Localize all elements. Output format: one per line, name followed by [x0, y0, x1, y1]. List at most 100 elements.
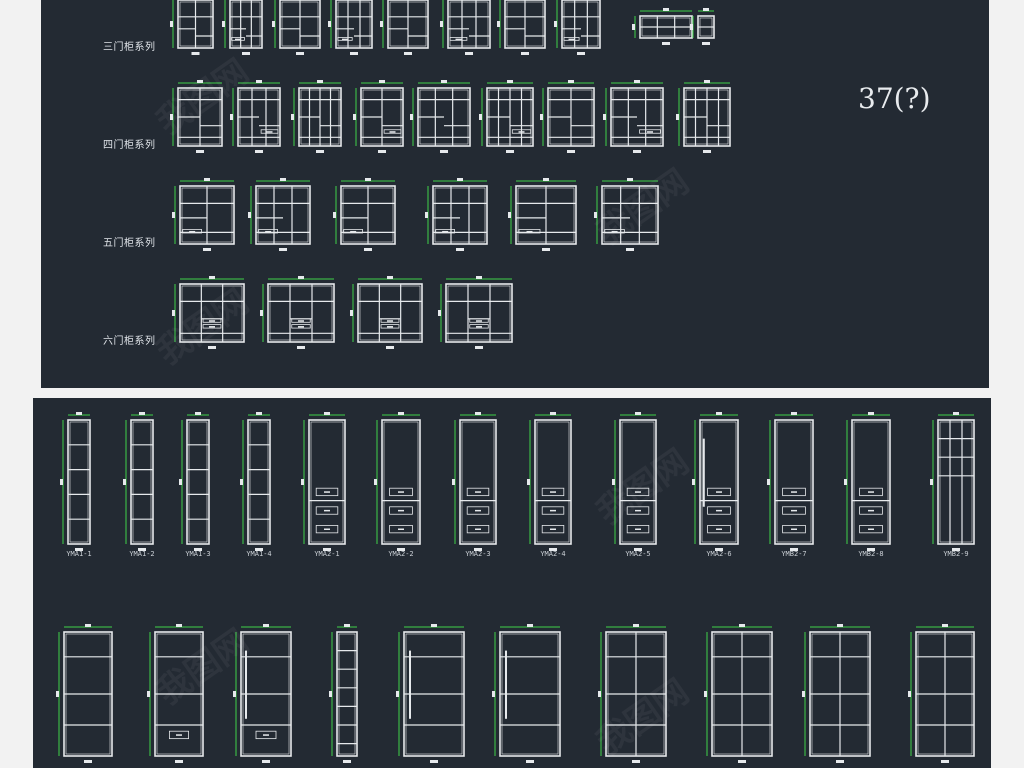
drawer-handle	[791, 509, 797, 512]
base-tag	[350, 52, 358, 55]
base-tag	[316, 150, 324, 153]
dimension-tick	[690, 24, 693, 30]
base-tag	[175, 760, 183, 763]
cabinet-inner-frame	[939, 421, 973, 543]
dimension-tick	[438, 310, 441, 316]
dimension-tick	[791, 412, 797, 415]
drawer-handle	[550, 509, 556, 512]
drawer-handle	[475, 491, 481, 493]
drawer-handle	[550, 491, 556, 493]
drawer-handle	[298, 326, 304, 328]
base-tag	[255, 150, 263, 153]
drawer-handle	[716, 528, 722, 530]
dimension-tick	[350, 310, 353, 316]
cabinet-code-label: YMA2-5	[625, 550, 651, 558]
dimension-tick	[329, 691, 332, 697]
dimension-tick	[248, 212, 251, 218]
base-tag	[567, 150, 575, 153]
base-tag	[279, 248, 287, 251]
dimension-tick	[598, 691, 601, 697]
cabinet-frame	[130, 419, 154, 545]
dimension-tick	[837, 624, 843, 627]
dimension-tick	[632, 24, 635, 30]
cabinet-frame	[67, 419, 91, 545]
dimension-tick	[333, 212, 336, 218]
dimension-tick	[301, 479, 304, 485]
base-tag	[430, 760, 438, 763]
base-tag	[542, 248, 550, 251]
cabinet-code-label: YMA1-3	[185, 550, 211, 558]
dimension-tick	[635, 412, 641, 415]
cabinet-code-label: YMA2-3	[465, 550, 491, 558]
cabinet-frame	[432, 185, 488, 245]
drawer-handle	[176, 734, 182, 736]
drawer-handle	[476, 326, 482, 328]
drawer-handle	[526, 230, 533, 233]
cabinet-frame	[335, 0, 373, 49]
dimension-tick	[222, 21, 225, 27]
dimension-tick	[379, 80, 385, 83]
dimension-tick	[123, 479, 126, 485]
drawer-handle	[518, 131, 525, 133]
dimension-tick	[396, 691, 399, 697]
base-tag	[208, 346, 216, 349]
cabinet-inner-frame	[776, 421, 812, 543]
dimension-tick	[594, 212, 597, 218]
dimension-tick	[233, 691, 236, 697]
dimension-tick	[844, 479, 847, 485]
cabinet-frame	[186, 419, 210, 545]
base-tag	[84, 760, 92, 763]
dimension-tick	[172, 310, 175, 316]
drawer-handle	[550, 528, 556, 530]
base-tag	[404, 52, 412, 55]
cabinet-code-label: YMA1-1	[66, 550, 92, 558]
base-tag	[626, 248, 634, 251]
drawer-handle	[868, 509, 874, 512]
drawer-handle	[475, 528, 481, 530]
drawer-handle	[266, 131, 273, 133]
dimension-tick	[739, 624, 745, 627]
cabinet-inner-frame	[132, 421, 152, 543]
dimension-tick	[508, 212, 511, 218]
dimension-tick	[197, 80, 203, 83]
dimension-tick	[543, 178, 549, 181]
dimension-tick	[492, 691, 495, 697]
cabinet-inner-frame	[621, 421, 655, 543]
dimension-tick	[676, 114, 679, 120]
cabinet-inner-frame	[269, 285, 333, 341]
base-tag	[386, 346, 394, 349]
cabinet-code-label: YMA2-4	[540, 550, 566, 558]
dimension-tick	[452, 479, 455, 485]
dimension-tick	[398, 412, 404, 415]
dimension-tick	[260, 310, 263, 316]
drawer-handle	[324, 491, 330, 493]
dimension-tick	[634, 80, 640, 83]
drawer-handle	[350, 230, 357, 233]
cabinet-frame	[255, 185, 311, 245]
dimension-tick	[176, 624, 182, 627]
dimension-tick	[256, 412, 262, 415]
dimension-tick	[716, 412, 722, 415]
dimension-tick	[479, 114, 482, 120]
cabinet-inner-frame	[434, 187, 486, 243]
dimension-tick	[550, 412, 556, 415]
drawer-handle	[442, 230, 449, 233]
cabinet-inner-frame	[69, 421, 89, 543]
cabinet-inner-frame	[310, 421, 344, 543]
dimension-tick	[365, 178, 371, 181]
dimension-tick	[704, 80, 710, 83]
dimension-tick	[692, 479, 695, 485]
dimension-tick	[953, 412, 959, 415]
dimension-tick	[612, 479, 615, 485]
base-tag	[526, 760, 534, 763]
cabinet-inner-frame	[701, 421, 737, 543]
base-tag	[456, 248, 464, 251]
dimension-tick	[497, 21, 500, 27]
dimension-tick	[60, 479, 63, 485]
dimension-tick	[410, 114, 413, 120]
drawer-handle	[324, 509, 330, 512]
dimension-tick	[704, 691, 707, 697]
base-tag	[297, 346, 305, 349]
drawer-handle	[298, 320, 304, 322]
cabinet-inner-frame	[181, 285, 243, 341]
